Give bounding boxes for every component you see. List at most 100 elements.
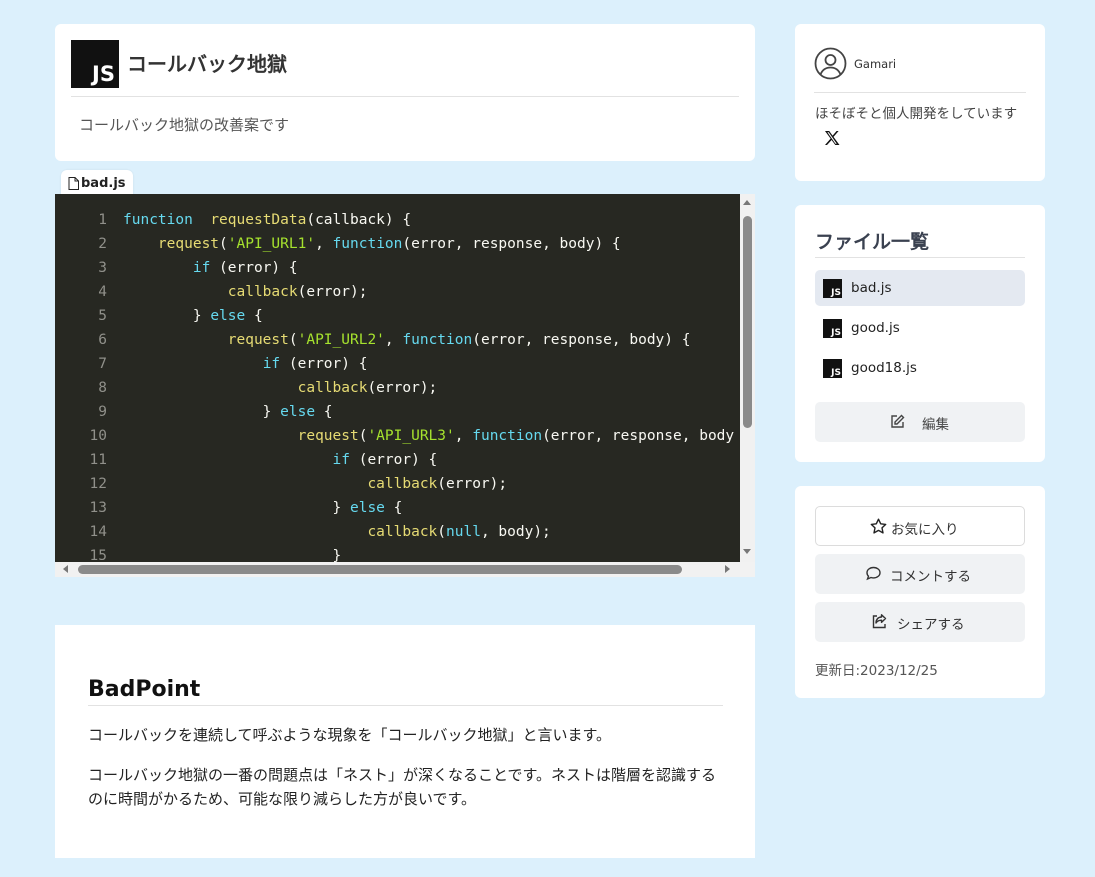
- code-token: (error, response, body) {: [402, 236, 621, 252]
- code-token: if: [192, 260, 211, 276]
- code-text: }: [123, 544, 342, 562]
- file-tab[interactable]: bad.js: [61, 170, 133, 196]
- scroll-left-icon[interactable]: [63, 565, 68, 573]
- profile-card: Gamari ほそぼそと個人開発をしています: [795, 24, 1045, 181]
- js-logo-icon: JS: [823, 359, 842, 378]
- js-logo-icon: JS: [823, 319, 842, 338]
- code-token: (error);: [437, 476, 508, 492]
- code-token: function: [402, 332, 473, 348]
- code-line: 13 } else {: [55, 496, 740, 520]
- code-line: 9 } else {: [55, 400, 740, 424]
- code-token: {: [245, 308, 263, 324]
- code-token: {: [384, 500, 403, 516]
- code-token: (error);: [367, 380, 438, 396]
- code-token: (error, response, body) {: [472, 332, 691, 348]
- page-description: コールバック地獄の改善案です: [79, 116, 290, 134]
- code-text: } else {: [123, 304, 263, 328]
- share-label: シェアする: [897, 617, 965, 633]
- vertical-scroll-thumb[interactable]: [743, 216, 752, 428]
- code-line: 6 request('API_URL2', function(error, re…: [55, 328, 740, 352]
- code-line: 2 request('API_URL1', function(error, re…: [55, 232, 740, 256]
- horizontal-scrollbar[interactable]: [55, 562, 740, 577]
- vertical-scrollbar[interactable]: [740, 194, 755, 562]
- code-token: request: [297, 428, 359, 444]
- code-line: 7 if (error) {: [55, 352, 740, 376]
- code-text: callback(error);: [123, 472, 507, 496]
- code-token: (error) {: [349, 452, 438, 468]
- code-text: if (error) {: [123, 256, 298, 280]
- x-logo-icon[interactable]: [824, 130, 840, 146]
- edit-button[interactable]: 編集: [815, 402, 1025, 442]
- line-number: 9: [98, 404, 107, 420]
- profile-bio: ほそぼそと個人開発をしています: [815, 106, 1018, 122]
- file-name: good.js: [851, 320, 900, 336]
- article-header: JS コールバック地獄 コールバック地獄の改善案です: [55, 24, 755, 161]
- username[interactable]: Gamari: [854, 57, 896, 71]
- code-text: callback(null, body);: [123, 520, 551, 544]
- badpoint-section: BadPoint コールバックを連続して呼ぶような現象を「コールバック地獄」と言…: [55, 625, 755, 858]
- code-token: (callback) {: [306, 212, 412, 228]
- code-viewer[interactable]: 1 function requestData(callback) {2 reque…: [55, 194, 755, 577]
- scroll-down-icon[interactable]: [743, 549, 751, 554]
- comment-button[interactable]: コメントする: [815, 554, 1025, 594]
- file-item-good-js[interactable]: JS good.js: [815, 310, 1025, 346]
- line-number: 15: [89, 548, 107, 562]
- favorite-button[interactable]: お気に入り: [815, 506, 1025, 546]
- code-text: request('API_URL1', function(error, resp…: [123, 232, 621, 256]
- divider: [815, 257, 1025, 258]
- code-token: ,: [384, 332, 403, 348]
- file-name: bad.js: [851, 280, 892, 296]
- code-line: 12 callback(error);: [55, 472, 740, 496]
- divider: [814, 92, 1026, 93]
- code-token: requestData: [210, 212, 307, 228]
- code-token: request: [227, 332, 289, 348]
- section-heading: BadPoint: [88, 677, 201, 702]
- code-token: }: [123, 308, 211, 324]
- code-token: callback: [367, 524, 438, 540]
- scroll-right-icon[interactable]: [725, 565, 730, 573]
- code-text: request('API_URL3', function(error, resp…: [123, 424, 735, 448]
- code-line: 11 if (error) {: [55, 448, 740, 472]
- line-number: 4: [98, 284, 107, 300]
- share-button[interactable]: シェアする: [815, 602, 1025, 642]
- page-title: コールバック地獄: [127, 52, 287, 76]
- comment-label: コメントする: [890, 569, 971, 585]
- comment-icon: [866, 566, 881, 581]
- code-token: ,: [315, 236, 333, 252]
- file-tab-label: bad.js: [81, 175, 126, 191]
- file-list-card: ファイル一覧 JS bad.js JS good.js JS good18.js…: [795, 205, 1045, 462]
- code-token: , body);: [480, 524, 551, 540]
- code-token: (: [288, 332, 298, 348]
- code-token: {: [315, 404, 333, 420]
- code-area[interactable]: 1 function requestData(callback) {2 reque…: [55, 194, 740, 562]
- line-number: 13: [89, 500, 107, 516]
- paragraph: コールバック地獄の一番の問題点は「ネスト」が深くなることです。ネストは階層を認識…: [88, 766, 717, 808]
- code-token: (: [437, 524, 447, 540]
- code-token: function: [472, 428, 543, 444]
- code-text: function requestData(callback) {: [123, 208, 411, 232]
- line-number: 1: [98, 212, 107, 228]
- file-item-good18-js[interactable]: JS good18.js: [815, 350, 1025, 386]
- code-token: (error) {: [280, 356, 368, 372]
- code-token: (error) {: [210, 260, 298, 276]
- edit-icon: [891, 414, 905, 428]
- code-token: if: [332, 452, 350, 468]
- line-number: 8: [98, 380, 107, 396]
- file-item-bad-js[interactable]: JS bad.js: [815, 270, 1025, 306]
- code-line: 5 } else {: [55, 304, 740, 328]
- code-token: 'API_URL3': [367, 428, 455, 444]
- code-token: function: [123, 212, 193, 228]
- code-token: callback: [367, 476, 438, 492]
- line-number: 3: [98, 260, 107, 276]
- avatar-icon[interactable]: [814, 47, 847, 80]
- favorite-label: お気に入り: [891, 522, 959, 538]
- code-token: 'API_URL1': [227, 236, 316, 252]
- horizontal-scroll-thumb[interactable]: [78, 565, 682, 574]
- file-name: good18.js: [851, 360, 917, 376]
- scroll-up-icon[interactable]: [743, 200, 751, 205]
